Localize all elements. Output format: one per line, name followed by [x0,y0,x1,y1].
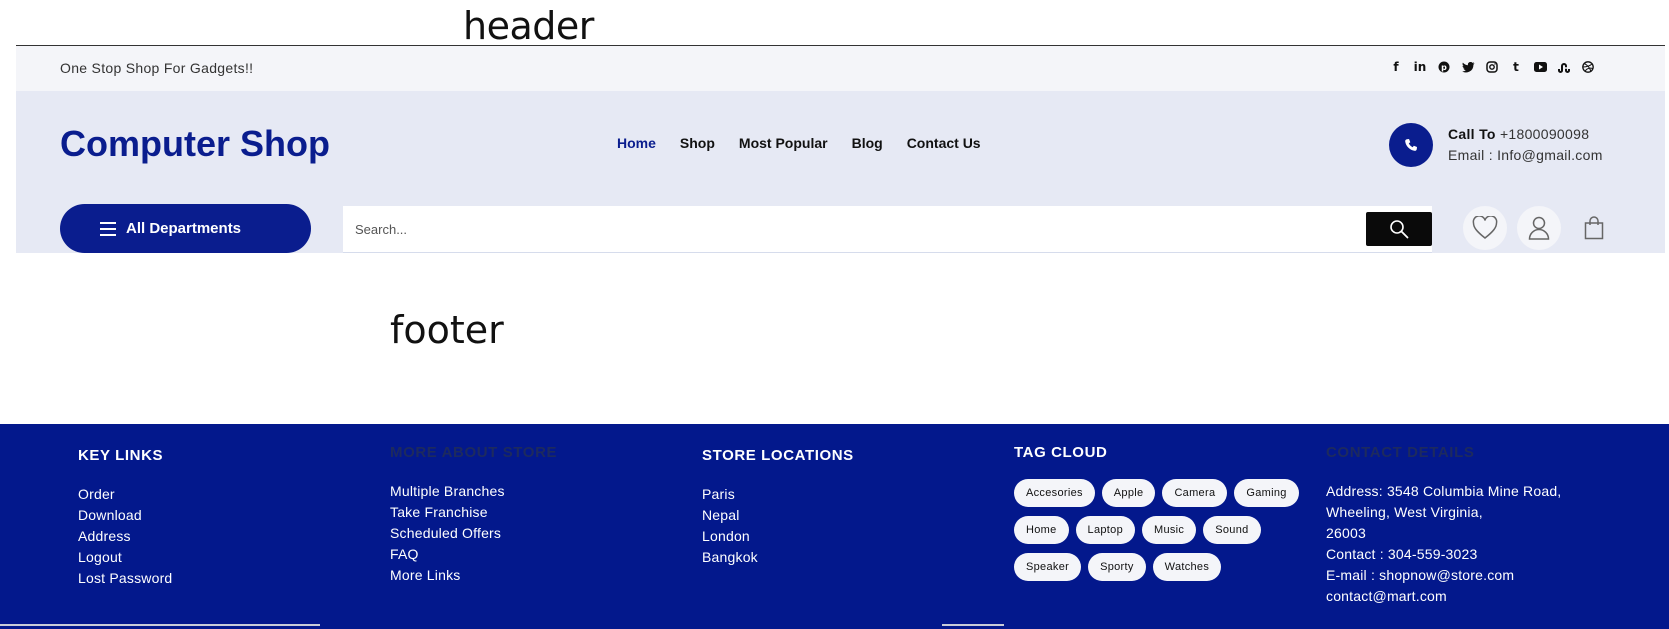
tag-music[interactable]: Music [1142,516,1197,544]
header-label: header [463,4,594,48]
location-nepal[interactable]: Nepal [702,505,854,526]
email-label: Email : [1448,147,1493,163]
contact-email-2[interactable]: contact@mart.com [1326,586,1561,607]
account-button[interactable] [1517,206,1561,250]
footer-store-locations: STORE LOCATIONS Paris Nepal London Bangk… [702,447,854,568]
nav-item-most-popular[interactable]: Most Popular [739,135,828,151]
contact-phone[interactable]: Contact : 304-559-3023 [1326,544,1561,565]
contact-details-title: CONTACT DETAILS [1326,444,1475,461]
facebook-icon[interactable]: f [1389,58,1403,76]
main-nav: Home Shop Most Popular Blog Contact Us [617,135,981,151]
all-departments-label: All Departments [126,220,242,237]
menu-icon [100,221,116,236]
tag-sporty[interactable]: Sporty [1088,553,1146,581]
user-icon [1528,216,1550,240]
contact-zip: 26003 [1326,525,1366,541]
footer-link-scheduled-offers[interactable]: Scheduled Offers [390,523,557,544]
store-locations-title: STORE LOCATIONS [702,447,854,464]
tag-camera[interactable]: Camera [1162,479,1228,507]
call-phone[interactable]: +1800090098 [1500,126,1589,142]
scrollbar-track [0,624,320,626]
all-departments-button[interactable]: All Departments [60,204,311,253]
footer-link-take-franchise[interactable]: Take Franchise [390,502,557,523]
tag-speaker[interactable]: Speaker [1014,553,1082,581]
nav-item-home[interactable]: Home [617,135,656,151]
search-icon [1390,220,1409,239]
tagline: One Stop Shop For Gadgets!! [60,60,254,76]
shopping-bag-icon [1584,216,1604,240]
twitter-icon[interactable] [1461,58,1475,76]
key-links-title: KEY LINKS [78,447,164,464]
more-about-title: MORE ABOUT STORE [390,444,558,461]
instagram-icon[interactable] [1485,58,1499,76]
footer-link-order[interactable]: Order [78,484,172,505]
footer-link-multiple-branches[interactable]: Multiple Branches [390,481,557,502]
nav-item-shop[interactable]: Shop [680,135,715,151]
location-london[interactable]: London [702,526,854,547]
dribbble-icon[interactable] [1581,58,1595,76]
tag-apple[interactable]: Apple [1101,479,1156,507]
tumblr-icon[interactable]: t [1509,58,1523,76]
footer-link-more-links[interactable]: More Links [390,565,557,586]
call-label: Call To [1448,126,1496,142]
contact-info: Call To +1800090098 Email : Info@gmail.c… [1448,124,1603,166]
tag-accesories[interactable]: Accesories [1014,479,1095,507]
stumbleupon-icon[interactable] [1557,58,1571,76]
pinterest-icon[interactable]: p [1437,58,1451,76]
social-links: f in p t [1389,58,1595,76]
contact-address-line-1: Address: 3548 Columbia Mine Road, [1326,483,1562,499]
top-bar: One Stop Shop For Gadgets!! f in p t [16,46,1665,91]
scrollbar-thumb[interactable] [942,624,1004,626]
footer-contact-details: CONTACT DETAILS Address: 3548 Columbia M… [1326,444,1561,607]
search-button[interactable] [1366,212,1432,246]
call-email[interactable]: Info@gmail.com [1497,147,1603,163]
contact-address-line-2: Wheeling, West Virginia, [1326,504,1483,520]
heart-icon [1472,216,1498,239]
contact-email[interactable]: E-mail : shopnow@store.com [1326,565,1561,586]
tag-gaming[interactable]: Gaming [1234,479,1299,507]
phone-icon[interactable] [1389,123,1433,167]
footer-label: footer [390,308,504,352]
site-footer: KEY LINKS Order Download Address Logout … [0,424,1669,629]
footer-more-about: MORE ABOUT STORE Multiple Branches Take … [390,444,557,586]
nav-item-blog[interactable]: Blog [852,135,883,151]
cart-button[interactable] [1572,206,1616,250]
footer-key-links: KEY LINKS Order Download Address Logout … [78,447,172,589]
search-bar [343,206,1432,253]
main-header: Computer Shop Home Shop Most Popular Blo… [16,91,1665,253]
tag-sound[interactable]: Sound [1203,516,1261,544]
linkedin-icon[interactable]: in [1413,58,1427,76]
nav-item-contact-us[interactable]: Contact Us [907,135,981,151]
brand-logo[interactable]: Computer Shop [60,123,330,165]
tag-cloud-title: TAG CLOUD [1014,444,1108,461]
search-input[interactable] [355,206,1335,252]
svg-text:p: p [1441,63,1447,72]
footer-link-logout[interactable]: Logout [78,547,172,568]
footer-link-faq[interactable]: FAQ [390,544,557,565]
tag-home[interactable]: Home [1014,516,1069,544]
footer-link-address[interactable]: Address [78,526,172,547]
tag-laptop[interactable]: Laptop [1075,516,1135,544]
footer-link-download[interactable]: Download [78,505,172,526]
footer-link-lost-password[interactable]: Lost Password [78,568,172,589]
youtube-icon[interactable] [1533,58,1547,76]
location-paris[interactable]: Paris [702,484,854,505]
footer-tag-cloud: TAG CLOUD Accesories Apple Camera Gaming… [1014,444,1304,581]
wishlist-button[interactable] [1463,206,1507,250]
location-bangkok[interactable]: Bangkok [702,547,854,568]
tag-watches[interactable]: Watches [1152,553,1222,581]
